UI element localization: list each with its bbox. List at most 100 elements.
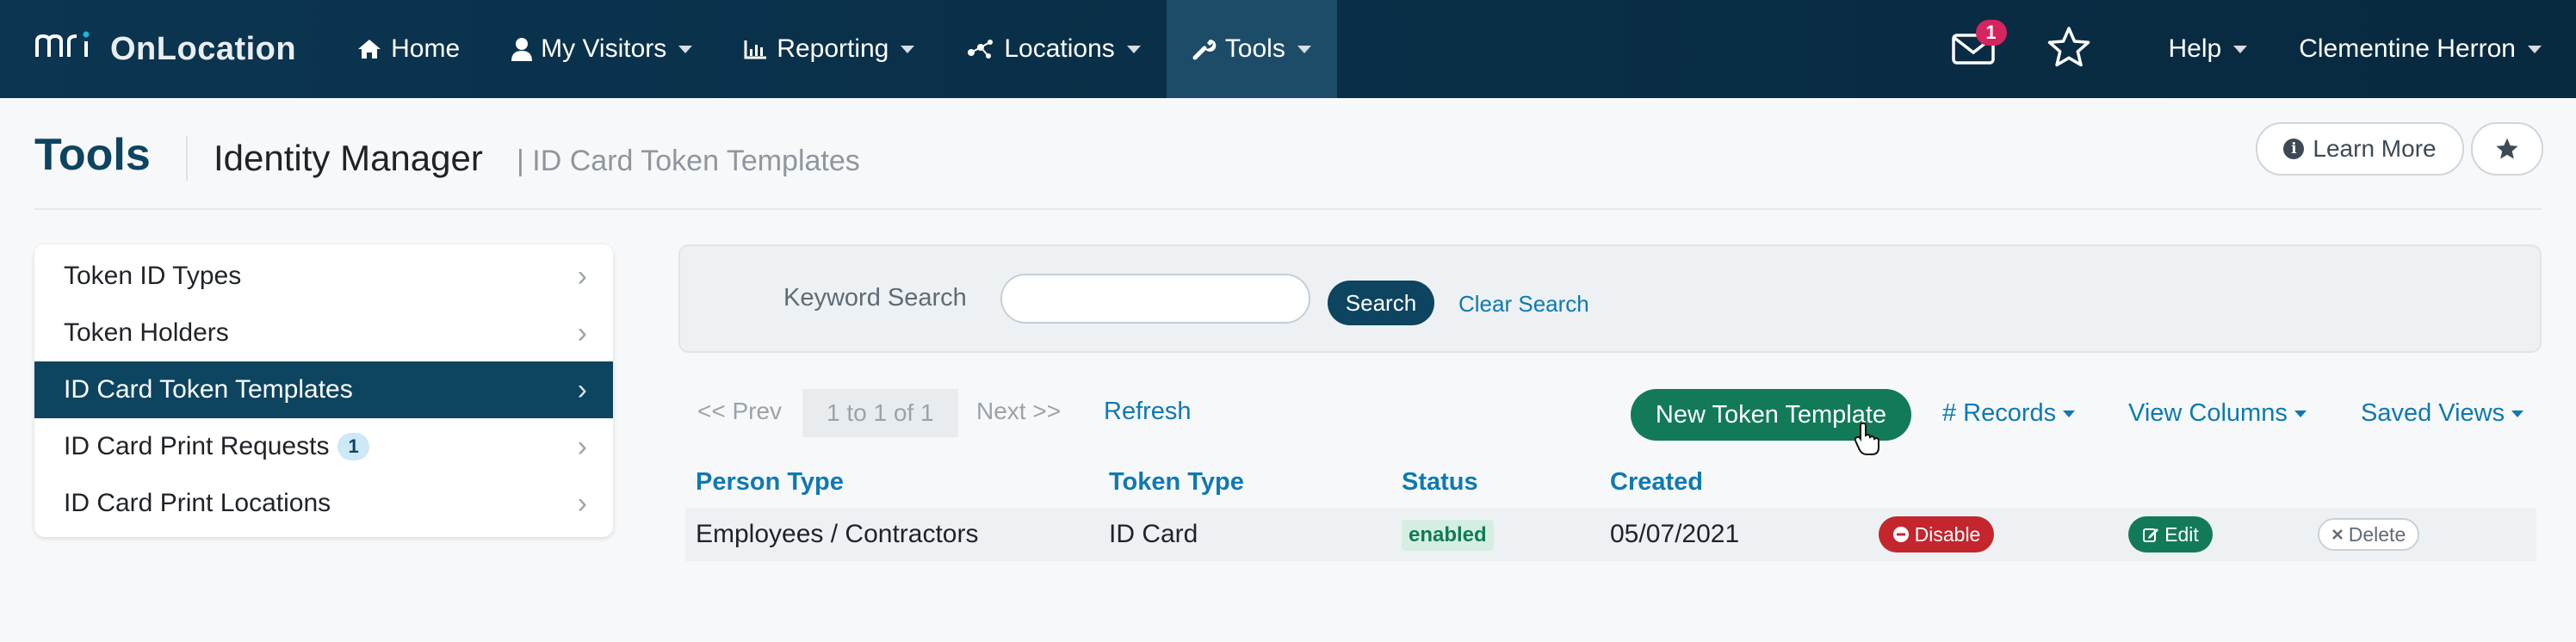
column-header-person-type[interactable]: Person Type [696,468,844,497]
nav-my-visitors-label: My Visitors [541,34,667,63]
learn-more-label: Learn More [2313,135,2437,162]
header-divider [186,136,188,181]
star-icon [2047,26,2090,66]
nav-locations-label: Locations [1004,34,1115,63]
nav-right: 1 Help Clementine Herron [1951,0,2542,98]
messages-button[interactable]: 1 [1951,20,2007,66]
status-badge: enabled [1402,520,1494,551]
cell-person-type: Employees / Contractors [696,520,979,548]
delete-label: Delete [2348,522,2406,546]
sidebar-item-label: ID Card Print Requests [64,432,330,460]
sidebar-item-id-card-print-locations[interactable]: ID Card Print Locations › [34,475,613,532]
mri-logo-mark [35,31,90,57]
nav-tools[interactable]: Tools [1166,0,1337,98]
column-header-created[interactable]: Created [1610,468,1703,497]
table-row: Employees / Contractors ID Card enabled … [685,508,2536,561]
main-menu: Home My Visitors Reporting Locations Too… [331,0,1337,98]
edit-icon [2142,526,2159,543]
nav-tools-label: Tools [1224,34,1285,63]
subtitle-text: ID Card Token Templates [532,145,860,177]
page-subtitle: | ID Card Token Templates [517,145,860,178]
module-name: Identity Manager [214,138,483,178]
chevron-down-icon [901,45,915,53]
chevron-down-icon [2511,410,2524,417]
print-requests-count-badge: 1 [337,433,369,460]
nav-locations[interactable]: Locations [940,0,1166,98]
subtitle-separator: | [517,145,524,177]
chevron-right-icon: › [577,486,587,520]
view-columns-dropdown[interactable]: View Columns [2128,399,2307,428]
search-button[interactable]: Search [1328,281,1434,325]
chevron-down-icon [2528,45,2542,53]
product-name: OnLocation [110,30,297,67]
help-label: Help [2168,34,2222,63]
search-panel: Keyword Search Search Clear Search [678,244,2542,353]
sidebar-item-label: ID Card Print Locations [64,489,331,517]
top-navigation-bar: OnLocation Home My Visitors Reporting Lo… [0,0,2576,98]
wrench-icon [1192,37,1217,61]
next-page-link[interactable]: Next >> [976,398,1061,425]
clear-search-link[interactable]: Clear Search [1458,291,1589,318]
keyword-search-label: Keyword Search [783,284,967,312]
sidebar-item-label: Token Holders [64,318,229,347]
sidebar: Token ID Types › Token Holders › ID Card… [34,244,613,537]
star-icon [2496,138,2518,159]
records-dropdown[interactable]: # Records [1942,399,2076,428]
pager-status: 1 to 1 of 1 [802,389,958,437]
edit-label: Edit [2164,522,2199,546]
chevron-down-icon [1297,45,1311,53]
column-header-token-type[interactable]: Token Type [1109,468,1244,497]
brand[interactable]: OnLocation [34,0,296,98]
view-columns-label: View Columns [2128,399,2288,427]
chevron-down-icon [2063,410,2076,417]
refresh-link[interactable]: Refresh [1104,398,1192,426]
disable-label: Disable [1914,522,1981,546]
sidebar-item-id-card-token-templates[interactable]: ID Card Token Templates › [34,361,613,418]
nav-reporting-label: Reporting [777,34,889,63]
nav-my-visitors[interactable]: My Visitors [486,0,718,98]
header-rule [34,208,2542,210]
help-menu[interactable]: Help [2169,34,2248,64]
sidebar-item-label: Token ID Types [64,262,242,290]
learn-more-button[interactable]: i Learn More [2256,122,2464,176]
chevron-right-icon: › [577,429,587,463]
close-icon [2331,528,2344,540]
column-header-status[interactable]: Status [1402,468,1478,497]
chevron-right-icon: › [577,259,587,293]
hand-cursor-icon [1854,422,1880,460]
saved-views-dropdown[interactable]: Saved Views [2361,399,2524,428]
saved-views-label: Saved Views [2361,399,2505,427]
minus-circle-icon [1892,526,1910,543]
chevron-right-icon: › [577,316,587,349]
nav-reporting[interactable]: Reporting [718,0,940,98]
cell-token-type: ID Card [1109,520,1198,548]
page-title: Tools [34,130,151,180]
disable-button[interactable]: Disable [1879,516,1994,552]
sidebar-item-token-id-types[interactable]: Token ID Types › [34,248,613,305]
prev-page-link[interactable]: << Prev [697,398,782,425]
chevron-down-icon [678,45,693,53]
delete-button[interactable]: Delete [2318,518,2419,551]
chevron-down-icon [2294,410,2307,417]
chevron-right-icon: › [577,373,587,406]
keyword-search-input[interactable] [1000,274,1310,324]
chart-icon [744,39,768,59]
sidebar-item-label: ID Card Token Templates [64,375,353,404]
nav-home[interactable]: Home [331,0,486,98]
nav-home-label: Home [391,34,461,63]
info-icon: i [2283,139,2305,159]
user-menu[interactable]: Clementine Herron [2299,34,2542,64]
user-icon [511,37,533,61]
user-name: Clementine Herron [2299,34,2516,63]
cell-created: 05/07/2021 [1610,520,1740,548]
favorite-page-button[interactable] [2471,122,2543,176]
records-label: # Records [1942,399,2057,427]
mri-logo [34,30,95,68]
chevron-down-icon [1126,45,1141,53]
sidebar-item-token-holders[interactable]: Token Holders › [34,305,613,361]
sidebar-item-id-card-print-requests[interactable]: ID Card Print Requests 1 › [34,418,613,475]
messages-count-badge: 1 [1975,20,2007,46]
network-icon [966,37,995,61]
favorites-button[interactable] [2047,26,2091,73]
edit-button[interactable]: Edit [2128,516,2213,552]
